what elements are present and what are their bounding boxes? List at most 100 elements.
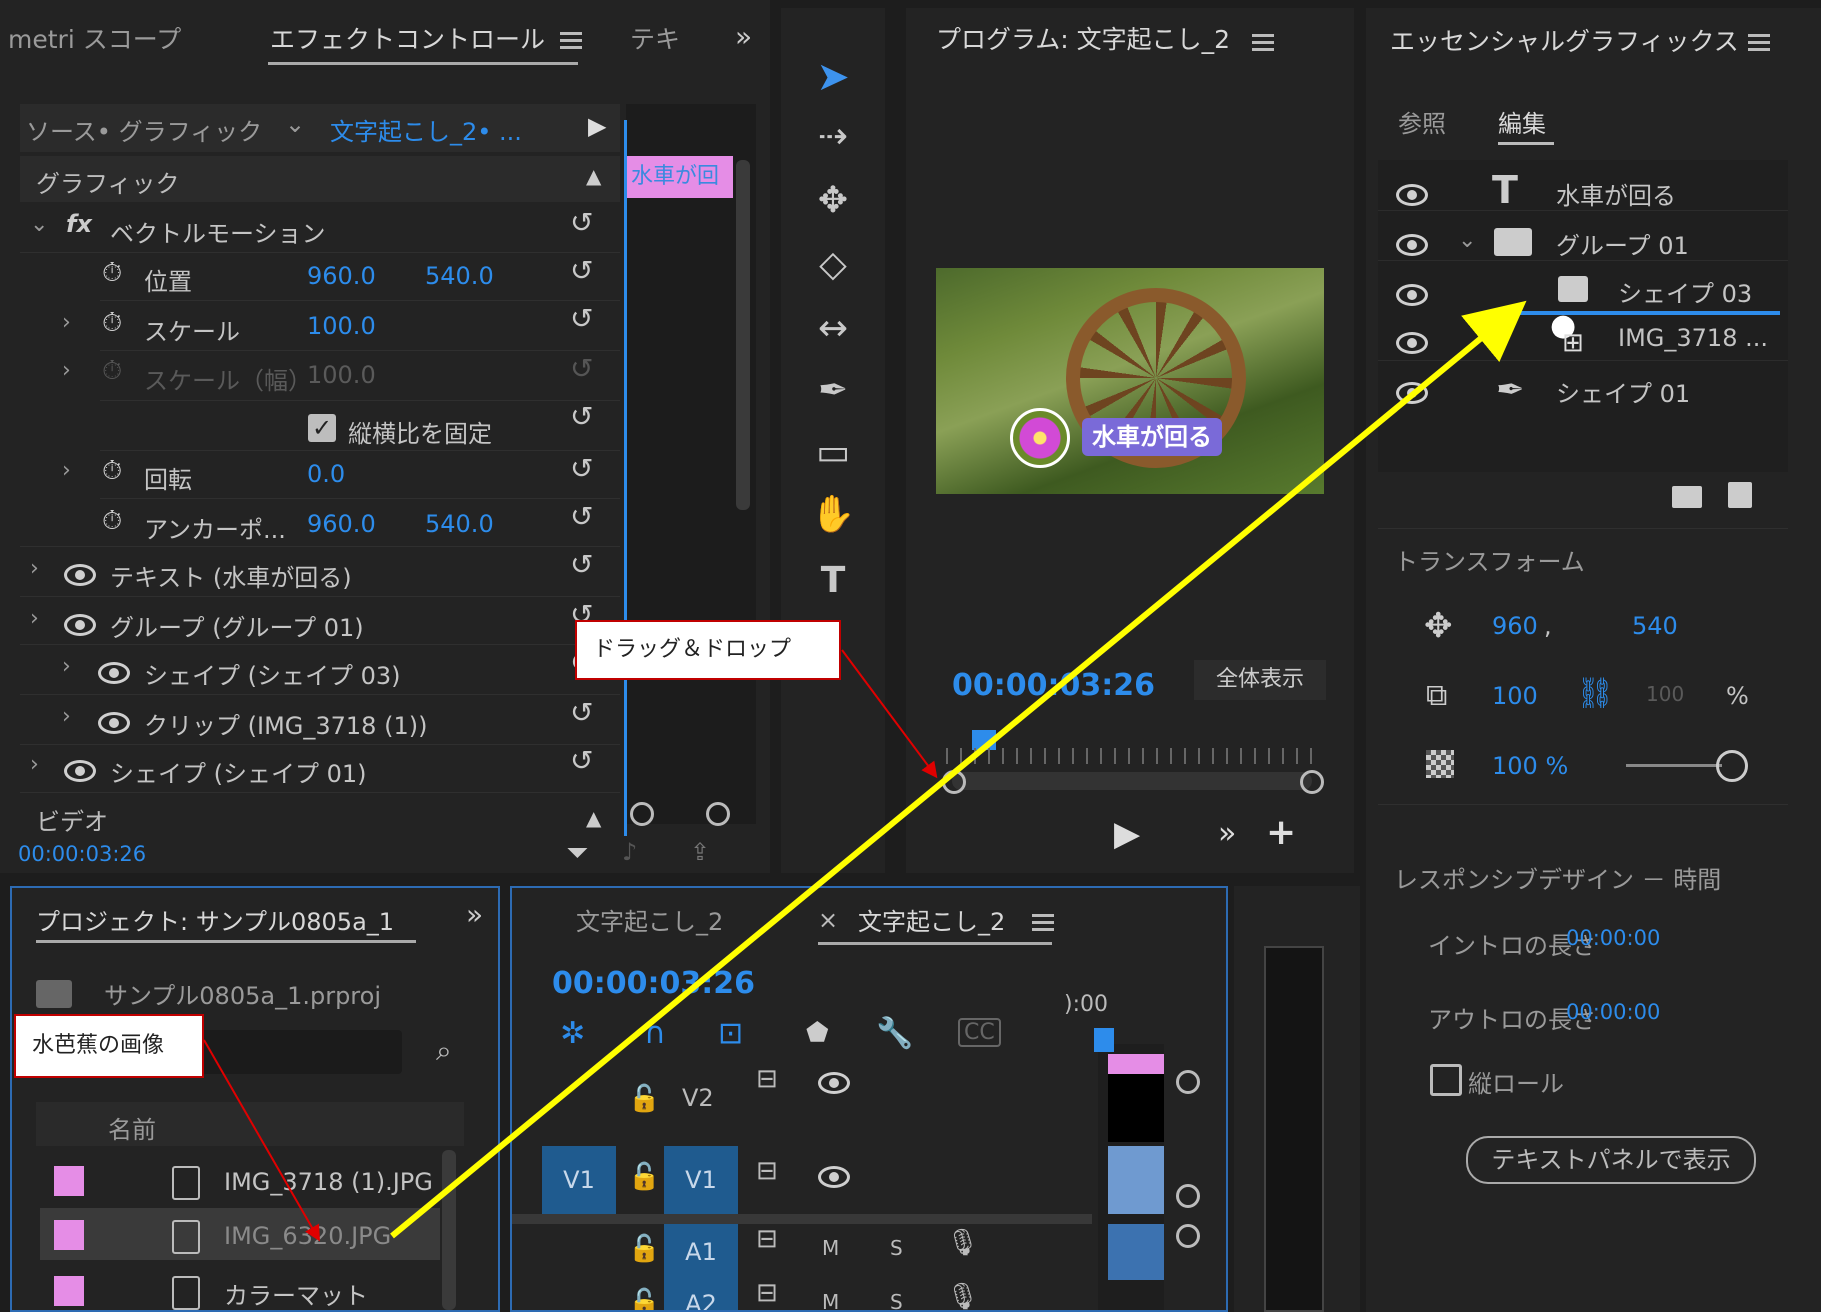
label-color-swatch[interactable] xyxy=(54,1220,84,1250)
expand-chevron-icon[interactable]: › xyxy=(62,310,71,335)
zoom-handle-right[interactable] xyxy=(706,802,730,826)
effect-timecode[interactable]: 00:00:03:26 xyxy=(18,842,146,866)
visibility-eye-icon[interactable] xyxy=(818,1072,850,1094)
zoom-handle-left[interactable] xyxy=(942,770,966,794)
type-tool-icon[interactable]: T xyxy=(805,556,861,606)
label-color-swatch[interactable] xyxy=(54,1166,84,1196)
track-v2-label[interactable]: V2 xyxy=(682,1084,714,1112)
panel-menu-icon[interactable] xyxy=(1748,34,1770,52)
tab-effect-controls[interactable]: エフェクトコントロール xyxy=(270,20,545,56)
marker-icon[interactable]: ⬟ xyxy=(806,1018,829,1048)
opacity-slider-knob[interactable] xyxy=(1716,750,1748,782)
overflow-chevron-icon[interactable]: » xyxy=(466,898,483,931)
play-button-icon[interactable]: ▶ xyxy=(1114,814,1140,854)
visibility-eye-icon[interactable] xyxy=(1396,234,1428,256)
collapse-up-icon[interactable]: ▲ xyxy=(586,806,601,830)
play-triangle-icon[interactable]: ▶ xyxy=(588,112,606,140)
visibility-eye-icon[interactable] xyxy=(1396,184,1428,206)
rectangle-tool-icon[interactable]: ▭ xyxy=(805,428,861,478)
scale-value[interactable]: 100.0 xyxy=(307,312,376,340)
mini-clip[interactable]: 水車が回 xyxy=(627,156,733,198)
expand-chevron-icon[interactable]: › xyxy=(62,358,71,383)
panel-menu-icon[interactable] xyxy=(1032,914,1054,932)
ripple-edit-tool-icon[interactable]: ✥ xyxy=(805,176,861,226)
name-column-label[interactable]: 名前 xyxy=(108,1110,156,1145)
tab-browse[interactable]: 参照 xyxy=(1398,104,1446,139)
reset-icon[interactable]: ↺ xyxy=(570,254,593,287)
playhead-marker[interactable] xyxy=(972,730,996,750)
track-a2-label[interactable]: A2 xyxy=(664,1280,738,1310)
scrub-ruler[interactable] xyxy=(946,748,1316,764)
microphone-icon[interactable]: 🎙 xyxy=(946,1228,979,1258)
visibility-eye-icon[interactable] xyxy=(98,662,130,684)
project-item[interactable]: IMG_6320.JPG xyxy=(224,1222,391,1250)
track-height-handle[interactable] xyxy=(1176,1224,1200,1248)
scale-value[interactable]: 100 xyxy=(1492,682,1538,710)
visibility-eye-icon[interactable] xyxy=(1396,382,1428,404)
track-height-handle[interactable] xyxy=(1176,1184,1200,1208)
microphone-icon[interactable]: 🎙 xyxy=(946,1282,979,1310)
lock-icon[interactable]: 🔓 xyxy=(628,1288,660,1310)
tab-text[interactable]: テキ xyxy=(630,20,680,56)
linked-selection-icon[interactable]: ∩ xyxy=(644,1016,666,1051)
razor-tool-icon[interactable]: ◇ xyxy=(805,240,861,290)
program-timecode[interactable]: 00:00:03:26 xyxy=(952,668,1155,703)
expand-chevron-icon[interactable]: ⌄ xyxy=(1458,228,1476,253)
panel-menu-icon[interactable] xyxy=(1252,34,1274,52)
slip-tool-icon[interactable]: ↔ xyxy=(805,304,861,354)
fit-dropdown[interactable]: 全体表示 xyxy=(1194,660,1326,700)
track-height-handle[interactable] xyxy=(1176,1070,1200,1094)
track-a1-label[interactable]: A1 xyxy=(664,1224,738,1280)
visibility-eye-icon[interactable] xyxy=(818,1166,850,1188)
sync-lock-icon[interactable]: ⊟ xyxy=(756,1064,778,1094)
close-tab-icon[interactable]: × xyxy=(818,906,838,934)
anchor-y-value[interactable]: 540.0 xyxy=(425,510,494,538)
visibility-eye-icon[interactable] xyxy=(98,712,130,734)
project-scrollbar[interactable] xyxy=(442,1150,456,1310)
sync-lock-icon[interactable]: ⊟ xyxy=(756,1224,778,1254)
reset-icon[interactable]: ↺ xyxy=(570,696,593,729)
clip-name-link[interactable]: 文字起こし_2• ... xyxy=(330,112,522,147)
lock-aspect-checkbox[interactable]: ✓ xyxy=(308,414,336,442)
visibility-eye-icon[interactable] xyxy=(1396,284,1428,306)
label-color-swatch[interactable] xyxy=(54,1276,84,1306)
opacity-value[interactable]: 100 % xyxy=(1492,752,1568,780)
new-layer-icon[interactable] xyxy=(1728,482,1752,508)
reset-icon[interactable]: ↺ xyxy=(570,452,593,485)
layer-item-text[interactable]: 水車が回る xyxy=(1556,176,1676,211)
visibility-eye-icon[interactable] xyxy=(1396,332,1428,354)
tab-lumetri-scope[interactable]: metri スコープ xyxy=(8,20,181,56)
wrench-icon[interactable]: 🔧 xyxy=(876,1016,913,1051)
rotation-value[interactable]: 0.0 xyxy=(307,460,345,488)
roll-checkbox[interactable] xyxy=(1430,1064,1462,1096)
position-y-value[interactable]: 540 xyxy=(1632,612,1678,640)
layer-item-clip[interactable]: IMG_3718 ... xyxy=(1618,324,1768,352)
expand-chevron-icon[interactable]: › xyxy=(30,606,39,631)
visibility-eye-icon[interactable] xyxy=(64,760,96,782)
search-icon[interactable]: ⌕ xyxy=(436,1034,452,1068)
expand-chevron-icon[interactable]: › xyxy=(30,752,39,777)
stopwatch-icon[interactable]: ⏱ xyxy=(102,506,122,537)
sync-lock-icon[interactable]: ⊟ xyxy=(756,1278,778,1308)
essential-graphics-title[interactable]: エッセンシャルグラフィックス xyxy=(1390,22,1739,58)
timeline-playhead[interactable] xyxy=(1094,1028,1114,1052)
position-x-value[interactable]: 960.0 xyxy=(307,262,376,290)
export-icon[interactable]: ⇪ xyxy=(690,838,710,866)
mini-playhead[interactable] xyxy=(624,120,627,836)
program-video-frame[interactable]: 水車が回る xyxy=(936,268,1324,494)
step-forward-icon[interactable]: » xyxy=(1218,816,1236,851)
solo-button[interactable]: S xyxy=(890,1290,903,1310)
program-monitor-title[interactable]: プログラム: 文字起こし_2 xyxy=(936,20,1230,56)
stopwatch-icon[interactable]: ⏱ xyxy=(102,258,122,289)
reset-icon[interactable]: ↺ xyxy=(570,400,593,433)
source-dropdown-icon[interactable]: ⌄ xyxy=(285,110,305,138)
expand-chevron-icon[interactable]: ⌄ xyxy=(30,212,48,237)
tab-sequence-1[interactable]: 文字起こし_2 xyxy=(576,902,723,937)
snap-icon[interactable]: ✲ xyxy=(560,1016,585,1051)
lock-icon[interactable]: 🔓 xyxy=(628,1234,660,1264)
graphic-clip-v2[interactable] xyxy=(1108,1054,1164,1142)
visibility-eye-icon[interactable] xyxy=(64,564,96,586)
new-group-folder-icon[interactable] xyxy=(1672,486,1702,508)
solo-button[interactable]: S xyxy=(890,1236,903,1260)
position-x-value[interactable]: 960 xyxy=(1492,612,1538,640)
